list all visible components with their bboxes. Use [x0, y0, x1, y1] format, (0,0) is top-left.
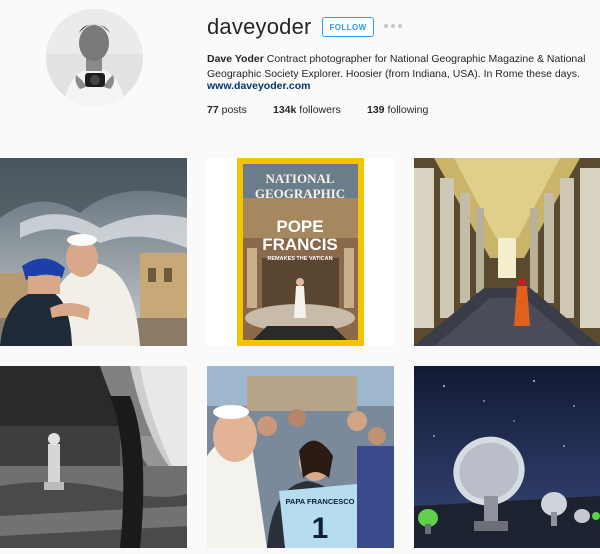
subheadline: REMAKES THE VATICAN — [267, 256, 332, 262]
jersey-name: PAPA FRANCESCO — [285, 497, 354, 506]
post-pope-embrace[interactable] — [0, 158, 187, 346]
posts-label: posts — [218, 104, 247, 116]
headline-line1: POPE — [276, 217, 323, 236]
followers-count: 134k — [273, 104, 297, 116]
website-link[interactable]: www.daveyoder.com — [207, 80, 310, 92]
headline-line2: FRANCIS — [262, 235, 338, 254]
more-options-icon[interactable] — [384, 22, 402, 30]
masthead-line1: NATIONAL — [265, 171, 334, 186]
post-ng-cover[interactable]: NATIONAL GEOGRAPHIC POPE FRANCIS REMAKES… — [207, 158, 394, 346]
profile-bio: Dave Yoder Contract photographer for Nat… — [207, 52, 597, 81]
stat-posts: 77 posts — [207, 104, 247, 116]
bio-text: Contract photographer for National Geogr… — [207, 53, 586, 80]
following-label: following — [384, 104, 429, 116]
profile-header: daveyoder FOLLOW Dave Yoder Contract pho… — [0, 0, 600, 150]
post-telescope-night[interactable] — [414, 366, 600, 548]
post-papa-jersey[interactable]: PAPA FRANCESCO 1 — [207, 366, 394, 548]
follow-button[interactable]: FOLLOW — [322, 17, 374, 37]
post-garden-statue[interactable] — [0, 366, 187, 548]
stat-followers[interactable]: 134k followers — [273, 104, 341, 116]
bottom-gap — [0, 548, 600, 554]
avatar[interactable] — [46, 9, 143, 106]
profile-username: daveyoder — [207, 14, 312, 39]
following-count: 139 — [367, 104, 385, 116]
followers-label: followers — [296, 104, 341, 116]
stat-following[interactable]: 139 following — [367, 104, 428, 116]
bio-name: Dave Yoder — [207, 53, 264, 65]
posts-count: 77 — [207, 104, 219, 116]
masthead-line2: GEOGRAPHIC — [255, 186, 345, 201]
jersey-number: 1 — [312, 512, 329, 545]
post-colonnade[interactable] — [414, 158, 600, 346]
